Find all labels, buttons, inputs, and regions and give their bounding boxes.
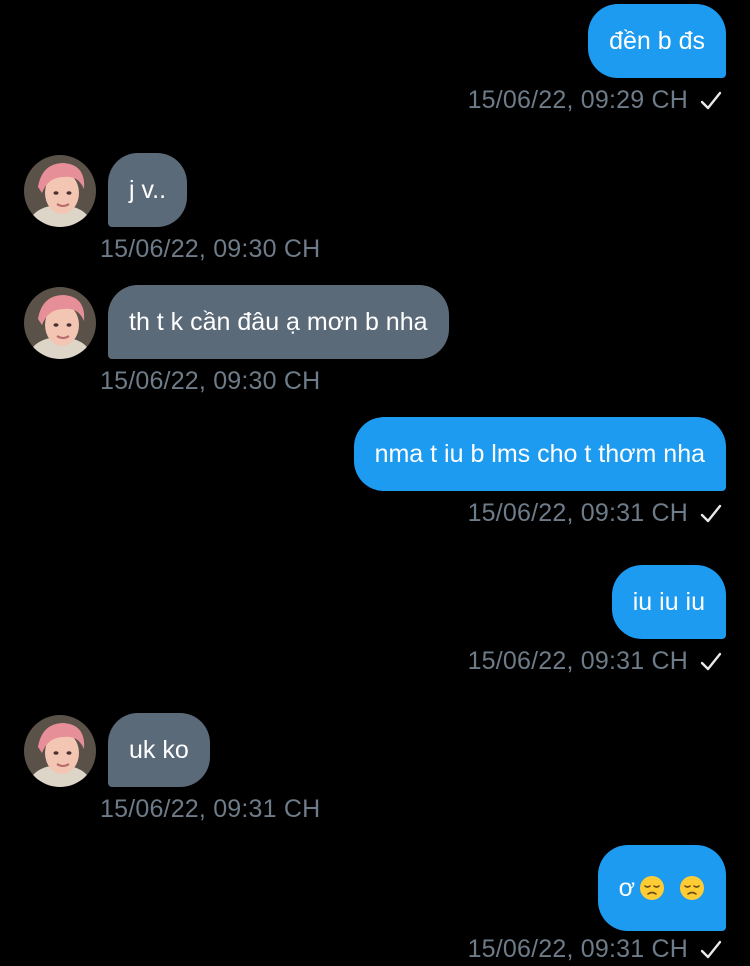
message-timestamp: 15/06/22, 09:30 CH bbox=[100, 235, 320, 264]
timestamp-text: 15/06/22, 09:31 CH bbox=[467, 499, 688, 527]
checkmark-icon bbox=[700, 940, 722, 958]
message-bubble-sent[interactable]: nma t iu b lms cho t thơm nha bbox=[353, 417, 726, 491]
checkmark-icon bbox=[700, 652, 722, 670]
message-timestamp: 15/06/22, 09:29 CH bbox=[468, 86, 722, 115]
message-timestamp: 15/06/22, 09:30 CH bbox=[100, 367, 320, 396]
timestamp-text: 15/06/22, 09:30 CH bbox=[100, 235, 321, 263]
message-timestamp: 15/06/22, 09:31 CH bbox=[100, 795, 320, 824]
message-bubble-sent[interactable]: ơ bbox=[597, 845, 726, 931]
message-bubble-received[interactable]: uk ko bbox=[108, 713, 210, 787]
message-bubble-sent[interactable]: đền b đs bbox=[588, 4, 726, 78]
disappointed-face-icon bbox=[680, 876, 704, 900]
message-bubble-received[interactable]: j v.. bbox=[108, 153, 188, 227]
timestamp-text: 15/06/22, 09:31 CH bbox=[467, 647, 688, 675]
message-text: nma t iu b lms cho t thơm nha bbox=[374, 439, 705, 468]
message-timestamp: 15/06/22, 09:31 CH bbox=[468, 935, 722, 964]
checkmark-icon bbox=[700, 504, 722, 522]
avatar[interactable] bbox=[24, 715, 96, 787]
timestamp-text: 15/06/22, 09:30 CH bbox=[100, 367, 321, 395]
timestamp-text: 15/06/22, 09:31 CH bbox=[100, 795, 321, 823]
timestamp-text: 15/06/22, 09:29 CH bbox=[467, 86, 688, 114]
message-timestamp: 15/06/22, 09:31 CH bbox=[468, 499, 722, 528]
timestamp-text: 15/06/22, 09:31 CH bbox=[467, 935, 688, 963]
checkmark-icon bbox=[700, 91, 722, 109]
message-text: j v.. bbox=[129, 175, 167, 204]
message-text: đền b đs bbox=[609, 26, 705, 55]
message-text: th t k cần đâu ạ mơn b nha bbox=[129, 307, 428, 336]
message-text: iu iu iu bbox=[632, 587, 705, 616]
disappointed-face-icon bbox=[640, 876, 664, 900]
avatar[interactable] bbox=[24, 287, 96, 359]
avatar[interactable] bbox=[24, 155, 96, 227]
message-text: uk ko bbox=[129, 735, 189, 764]
message-text: ơ bbox=[618, 873, 635, 902]
message-bubble-received[interactable]: th t k cần đâu ạ mơn b nha bbox=[108, 285, 449, 359]
message-timestamp: 15/06/22, 09:31 CH bbox=[468, 647, 722, 676]
message-bubble-sent[interactable]: iu iu iu bbox=[611, 565, 726, 639]
